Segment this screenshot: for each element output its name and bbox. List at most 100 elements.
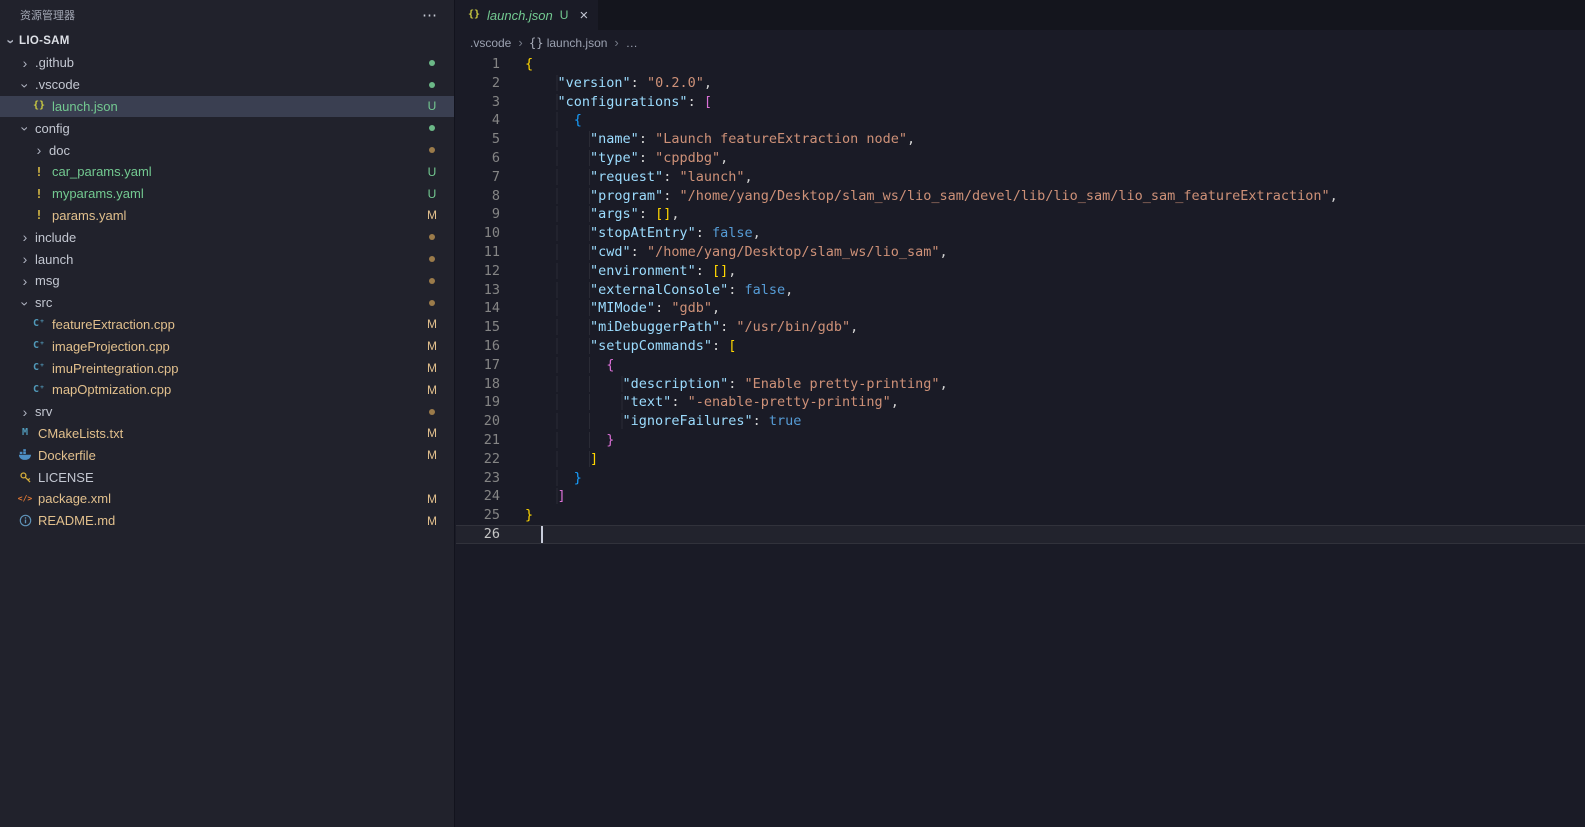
line-number[interactable]: 13 <box>456 281 500 300</box>
code-line-1[interactable]: 1{ <box>456 55 1585 74</box>
line-number[interactable]: 16 <box>456 337 500 356</box>
close-icon[interactable]: × <box>579 7 588 24</box>
tree-item-featureextraction-cpp[interactable]: C⁺ featureExtraction.cpp M <box>0 314 454 336</box>
tree-item-launch[interactable]: › launch <box>0 248 454 270</box>
line-number[interactable]: 18 <box>456 375 500 394</box>
line-number[interactable]: 5 <box>456 130 500 149</box>
code-line-4[interactable]: 4 { <box>456 111 1585 130</box>
git-change-dot <box>429 147 435 154</box>
tree-item-src[interactable]: › src <box>0 292 454 314</box>
line-number[interactable]: 8 <box>456 187 500 206</box>
tree-item-github[interactable]: › .github <box>0 52 454 74</box>
breadcrumb-separator: › <box>614 35 619 50</box>
line-number[interactable]: 19 <box>456 393 500 412</box>
tree-item-license[interactable]: LICENSE <box>0 466 454 488</box>
line-number[interactable]: 23 <box>456 469 500 488</box>
code-line-22[interactable]: 22 ] <box>456 450 1585 469</box>
code-line-8[interactable]: 8 "program": "/home/yang/Desktop/slam_ws… <box>456 187 1585 206</box>
tab-launch-json[interactable]: {} launch.json U × <box>456 0 599 30</box>
line-number[interactable]: 10 <box>456 224 500 243</box>
cpp-icon: C⁺ <box>32 340 46 352</box>
line-number[interactable]: 12 <box>456 262 500 281</box>
line-number[interactable]: 7 <box>456 168 500 187</box>
code-line-2[interactable]: 2 "version": "0.2.0", <box>456 74 1585 93</box>
code-line-13[interactable]: 13 "externalConsole": false, <box>456 281 1585 300</box>
git-status-badge: M <box>427 448 437 463</box>
line-number[interactable]: 3 <box>456 93 500 112</box>
git-status-badge: M <box>427 426 437 441</box>
code-line-12[interactable]: 12 "environment": [], <box>456 262 1585 281</box>
code-line-16[interactable]: 16 "setupCommands": [ <box>456 337 1585 356</box>
line-number[interactable]: 25 <box>456 506 500 525</box>
breadcrumb-item-[interactable]: … <box>626 36 638 50</box>
tree-item-package-xml[interactable]: </> package.xml M <box>0 488 454 510</box>
tree-item-cmakelists-txt[interactable]: M CMakeLists.txt M <box>0 423 454 445</box>
code-line-25[interactable]: 25} <box>456 506 1585 525</box>
line-number[interactable]: 26 <box>456 525 500 544</box>
folder-name: .github <box>35 55 75 71</box>
line-number[interactable]: 22 <box>456 450 500 469</box>
code-line-17[interactable]: 17 { <box>456 356 1585 375</box>
tree-item-launch-json[interactable]: {} launch.json U <box>0 95 454 118</box>
tree-item-readme-md[interactable]: README.md M <box>0 510 454 532</box>
line-number[interactable]: 20 <box>456 412 500 431</box>
code-line-21[interactable]: 21 } <box>456 431 1585 450</box>
line-number[interactable]: 1 <box>456 55 500 74</box>
tree-item-include[interactable]: › include <box>0 226 454 248</box>
breadcrumb-item-vscode[interactable]: .vscode <box>470 36 511 50</box>
line-content: { <box>525 56 534 72</box>
project-section-header[interactable]: › LIO-SAM <box>0 30 454 52</box>
code-line-26[interactable]: 26 <box>456 525 1585 544</box>
code-line-14[interactable]: 14 "MIMode": "gdb", <box>456 299 1585 318</box>
code-line-24[interactable]: 24 ] <box>456 487 1585 506</box>
breadcrumb-item-launch-json[interactable]: {} launch.json <box>529 35 607 51</box>
tree-item-car-params-yaml[interactable]: ! car_params.yaml U <box>0 161 454 183</box>
tree-item-myparams-yaml[interactable]: ! myparams.yaml U <box>0 183 454 205</box>
explorer-title: 资源管理器 <box>20 10 75 22</box>
code-line-15[interactable]: 15 "miDebuggerPath": "/usr/bin/gdb", <box>456 318 1585 337</box>
code-line-20[interactable]: 20 "ignoreFailures": true <box>456 412 1585 431</box>
tree-item-vscode[interactable]: › .vscode <box>0 74 454 96</box>
tree-item-doc[interactable]: › doc <box>0 139 454 161</box>
git-status-badge: M <box>427 382 437 397</box>
line-content: "configurations": [ <box>500 93 712 112</box>
tree-item-dockerfile[interactable]: Dockerfile M <box>0 444 454 466</box>
line-number[interactable]: 15 <box>456 318 500 337</box>
code-line-18[interactable]: 18 "description": "Enable pretty-printin… <box>456 375 1585 394</box>
line-number[interactable]: 14 <box>456 299 500 318</box>
folder-name: srv <box>35 404 53 420</box>
code-line-5[interactable]: 5 "name": "Launch featureExtraction node… <box>456 130 1585 149</box>
tree-item-config[interactable]: › config <box>0 117 454 139</box>
tree-item-msg[interactable]: › msg <box>0 270 454 292</box>
code-line-11[interactable]: 11 "cwd": "/home/yang/Desktop/slam_ws/li… <box>456 243 1585 262</box>
line-content <box>500 525 544 544</box>
git-status-badge: U <box>427 99 437 114</box>
line-number[interactable]: 6 <box>456 149 500 168</box>
folder-name: launch <box>35 251 74 267</box>
tree-item-params-yaml[interactable]: ! params.yaml M <box>0 205 454 227</box>
line-number[interactable]: 4 <box>456 111 500 130</box>
line-number[interactable]: 21 <box>456 431 500 450</box>
tree-item-imupreintegration-cpp[interactable]: C⁺ imuPreintegration.cpp M <box>0 357 454 379</box>
more-actions-button[interactable]: ⋯ <box>422 6 438 24</box>
code-line-6[interactable]: 6 "type": "cppdbg", <box>456 149 1585 168</box>
breadcrumb-separator: › <box>518 35 523 50</box>
code-line-23[interactable]: 23 } <box>456 469 1585 488</box>
code-line-9[interactable]: 9 "args": [], <box>456 205 1585 224</box>
code-line-10[interactable]: 10 "stopAtEntry": false, <box>456 224 1585 243</box>
file-name: package.xml <box>38 491 111 507</box>
line-content: "externalConsole": false, <box>500 281 793 300</box>
tree-item-imageprojection-cpp[interactable]: C⁺ imageProjection.cpp M <box>0 335 454 357</box>
chevron-right-icon: › <box>22 251 28 268</box>
code-line-19[interactable]: 19 "text": "-enable-pretty-printing", <box>456 393 1585 412</box>
line-number[interactable]: 24 <box>456 487 500 506</box>
tree-item-mapoptmization-cpp[interactable]: C⁺ mapOptmization.cpp M <box>0 379 454 401</box>
line-number[interactable]: 17 <box>456 356 500 375</box>
tree-item-srv[interactable]: › srv <box>0 401 454 423</box>
line-number[interactable]: 2 <box>456 74 500 93</box>
line-number[interactable]: 9 <box>456 205 500 224</box>
line-number[interactable]: 11 <box>456 243 500 262</box>
code-line-3[interactable]: 3 "configurations": [ <box>456 93 1585 112</box>
git-status-badge: M <box>427 491 437 506</box>
code-line-7[interactable]: 7 "request": "launch", <box>456 168 1585 187</box>
